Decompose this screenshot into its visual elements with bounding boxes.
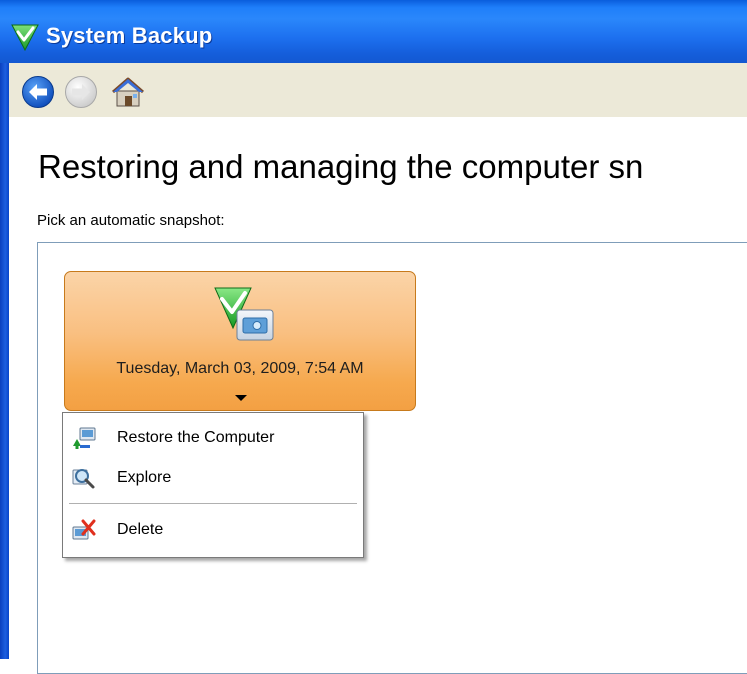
menu-item-restore-computer[interactable]: Restore the Computer [63, 422, 363, 454]
snapshot-tile[interactable]: Tuesday, March 03, 2009, 7:54 AM [64, 271, 416, 411]
menu-label-explore: Explore [117, 469, 172, 486]
navigation-toolbar [9, 63, 747, 117]
delete-icon [72, 519, 96, 540]
menu-separator [69, 503, 357, 504]
page-heading: Restoring and managing the computer sn [38, 148, 644, 185]
menu-label-delete: Delete [117, 521, 164, 538]
snapshot-date-label: Tuesday, March 03, 2009, 7:54 AM [116, 360, 364, 377]
menu-item-explore[interactable]: Explore [63, 462, 363, 494]
menu-label-restore: Restore the Computer [117, 429, 275, 446]
content-area: Restoring and managing the computer sn P… [9, 117, 747, 674]
back-arrow-icon[interactable] [21, 75, 55, 109]
instruction-text: Pick an automatic snapshot: [37, 212, 225, 229]
window-frame-left [0, 0, 9, 659]
forward-arrow-icon[interactable] [64, 75, 98, 109]
snapshot-icon [214, 287, 274, 341]
dropdown-arrow-icon[interactable] [235, 395, 247, 401]
restore-computer-icon [73, 427, 96, 449]
snapshot-context-menu: Restore the Computer Explore Delete [62, 412, 364, 558]
green-checkmark-icon [11, 24, 39, 52]
window-title: System Backup [46, 23, 213, 48]
home-icon[interactable] [109, 75, 147, 109]
title-bar[interactable]: System Backup [0, 0, 747, 63]
snapshot-list-panel[interactable]: Tuesday, March 03, 2009, 7:54 AM Restore… [37, 242, 747, 674]
menu-item-delete[interactable]: Delete [63, 514, 363, 546]
explore-magnifier-icon [72, 469, 95, 489]
